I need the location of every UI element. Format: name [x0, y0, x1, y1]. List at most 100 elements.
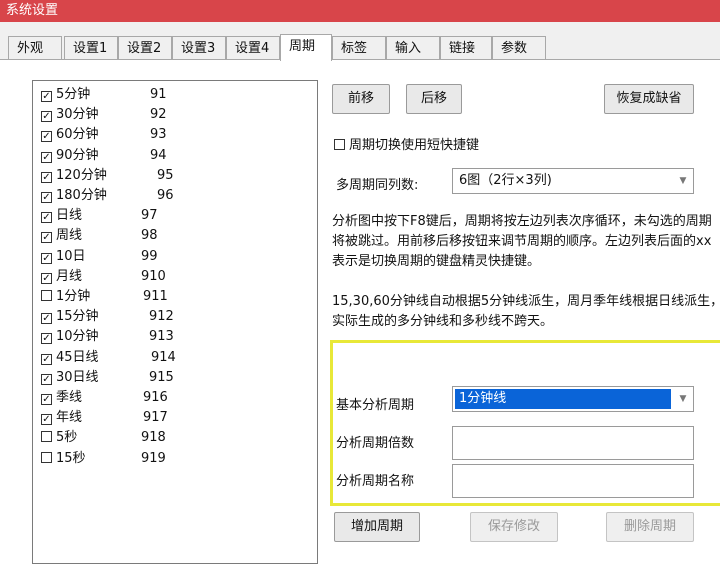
- period-name-input[interactable]: [452, 464, 694, 498]
- base-period-value: 1分钟线: [455, 389, 671, 409]
- multiplier-input[interactable]: [452, 426, 694, 460]
- period-item-label: 月线: [56, 268, 83, 284]
- window-titlebar: 系统设置: [0, 0, 720, 22]
- description-line: 实际生成的多分钟线和多秒线不跨天。: [332, 314, 554, 329]
- period-list-item[interactable]: ✓ 10日 99: [41, 247, 241, 267]
- period-list-item[interactable]: ✓ 60分钟 93: [41, 125, 241, 145]
- period-list-item[interactable]: ✓ 30分钟 92: [41, 105, 241, 125]
- period-listbox[interactable]: ✓ 5分钟 91 ✓ 30分钟 92 ✓ 60分钟 93 ✓ 90分钟 94 ✓ 120分钟 95 ✓ 180分…: [32, 80, 318, 564]
- move-up-button[interactable]: 前移: [332, 84, 390, 114]
- period-list-item[interactable]: ✓ 日线 97: [41, 206, 241, 226]
- period-shortcut-code: 918: [141, 430, 166, 446]
- period-item-label: 180分钟: [56, 188, 107, 203]
- period-checkbox[interactable]: ✓: [41, 171, 52, 183]
- tab-label[interactable]: 标签: [332, 36, 386, 60]
- period-checkbox[interactable]: ✓: [41, 333, 52, 345]
- add-period-button[interactable]: 增加周期: [334, 512, 420, 542]
- period-list-item[interactable]: ✓ 180分钟 96: [41, 186, 241, 206]
- period-shortcut-code: 912: [149, 309, 174, 325]
- period-item-label: 15秒: [56, 450, 86, 466]
- period-checkbox[interactable]: ✓: [41, 151, 52, 163]
- period-list-item[interactable]: ✓ 月线 910: [41, 267, 241, 287]
- period-list-item[interactable]: 1分钟 911: [41, 287, 241, 307]
- period-item-label: 5分钟: [56, 87, 91, 102]
- period-checkbox[interactable]: ✓: [41, 313, 52, 325]
- period-checkbox[interactable]: ✓: [41, 232, 52, 244]
- save-changes-button[interactable]: 保存修改: [470, 512, 558, 542]
- tab-period[interactable]: 周期: [280, 34, 332, 61]
- period-shortcut-code: 93: [150, 127, 167, 143]
- period-list-item[interactable]: ✓ 5分钟 91: [41, 85, 241, 105]
- tab-appearance[interactable]: 外观: [8, 36, 62, 60]
- period-shortcut-code: 916: [143, 390, 168, 405]
- tab-settings1[interactable]: 设置1: [64, 36, 118, 60]
- description-line: 表示是切换周期的键盘精灵快捷键。: [332, 254, 541, 269]
- period-checkbox[interactable]: ✓: [41, 373, 52, 385]
- base-period-select[interactable]: 1分钟线 ▼: [452, 386, 694, 412]
- period-shortcut-code: 92: [150, 107, 167, 123]
- description-line: 将被跳过。用前移后移按钮来调节周期的顺序。左边列表后面的xx: [332, 234, 712, 249]
- period-shortcut-code: 96: [157, 188, 174, 203]
- period-list-item[interactable]: ✓ 90分钟 94: [41, 146, 241, 166]
- period-shortcut-code: 914: [151, 349, 176, 365]
- restore-default-button[interactable]: 恢复成缺省: [604, 84, 694, 114]
- period-item-label: 60分钟: [56, 127, 99, 143]
- period-list-item[interactable]: ✓ 30日线 915: [41, 368, 241, 388]
- period-item-label: 90分钟: [56, 147, 99, 163]
- chevron-down-icon[interactable]: ▼: [673, 387, 693, 411]
- period-list-item[interactable]: 15秒 919: [41, 449, 241, 469]
- tab-settings4[interactable]: 设置4: [226, 36, 280, 60]
- tab-params[interactable]: 参数: [492, 36, 546, 60]
- period-item-label: 45日线: [56, 349, 99, 365]
- period-list-item[interactable]: ✓ 年线 917: [41, 408, 241, 428]
- period-checkbox[interactable]: [41, 431, 52, 443]
- tab-settings2[interactable]: 设置2: [118, 36, 172, 60]
- multiplier-label: 分析周期倍数: [336, 436, 415, 451]
- move-down-button[interactable]: 后移: [406, 84, 462, 114]
- period-checkbox[interactable]: ✓: [41, 394, 52, 405]
- period-list-item[interactable]: ✓ 周线 98: [41, 226, 241, 246]
- window-title: 系统设置: [6, 3, 59, 18]
- tab-link[interactable]: 链接: [440, 36, 492, 60]
- description-line: 15,30,60分钟线自动根据5分钟线派生，周月季年线根据日线派生，: [332, 294, 720, 309]
- tab-strip: 外观 设置1 设置2 设置3 设置4 周期 标签 输入 链接 参数: [0, 34, 720, 61]
- period-checkbox[interactable]: [41, 451, 52, 463]
- shortcut-option[interactable]: 周期切换使用短快捷键: [334, 134, 479, 153]
- period-item-label: 10日: [56, 248, 86, 264]
- period-list-item[interactable]: ✓ 10分钟 913: [41, 327, 241, 347]
- period-checkbox[interactable]: ✓: [41, 414, 52, 426]
- period-shortcut-code: 97: [141, 208, 158, 224]
- period-checkbox[interactable]: ✓: [41, 272, 52, 284]
- chevron-down-icon[interactable]: ▼: [673, 169, 693, 193]
- period-shortcut-code: 99: [141, 248, 158, 264]
- description-line: 分析图中按下F8键后，周期将按左边列表次序循环，未勾选的周期: [332, 214, 712, 229]
- tab-settings3[interactable]: 设置3: [172, 36, 226, 60]
- period-shortcut-code: 91: [150, 87, 167, 102]
- period-item-label: 30分钟: [56, 107, 99, 123]
- period-list-item[interactable]: 5秒 918: [41, 428, 241, 448]
- delete-period-button[interactable]: 删除周期: [606, 512, 694, 542]
- period-shortcut-code: 910: [141, 268, 166, 284]
- period-shortcut-code: 911: [143, 289, 168, 304]
- period-checkbox[interactable]: ✓: [41, 91, 52, 102]
- period-item-label: 1分钟: [56, 289, 91, 304]
- period-checkbox[interactable]: ✓: [41, 131, 52, 143]
- tab-input[interactable]: 输入: [386, 36, 440, 60]
- period-list-item[interactable]: ✓ 季线 916: [41, 388, 241, 408]
- period-list-item[interactable]: ✓ 15分钟 912: [41, 307, 241, 327]
- period-checkbox[interactable]: [41, 290, 52, 301]
- description-para2: 15,30,60分钟线自动根据5分钟线派生，周月季年线根据日线派生， 实际生成的…: [332, 292, 720, 332]
- multi-period-select[interactable]: 6图（2行×3列) ▼: [452, 168, 694, 194]
- period-shortcut-code: 919: [141, 450, 166, 466]
- shortcut-checkbox[interactable]: [334, 139, 345, 150]
- period-checkbox[interactable]: ✓: [41, 252, 52, 264]
- period-checkbox[interactable]: ✓: [41, 212, 52, 224]
- period-checkbox[interactable]: ✓: [41, 111, 52, 123]
- period-item-label: 日线: [56, 208, 83, 224]
- period-list-item[interactable]: ✓ 45日线 914: [41, 348, 241, 368]
- period-list-item[interactable]: ✓ 120分钟 95: [41, 166, 241, 186]
- period-shortcut-code: 915: [149, 369, 174, 385]
- period-checkbox[interactable]: ✓: [41, 353, 52, 365]
- period-checkbox[interactable]: ✓: [41, 192, 52, 203]
- period-item-label: 10分钟: [56, 329, 99, 345]
